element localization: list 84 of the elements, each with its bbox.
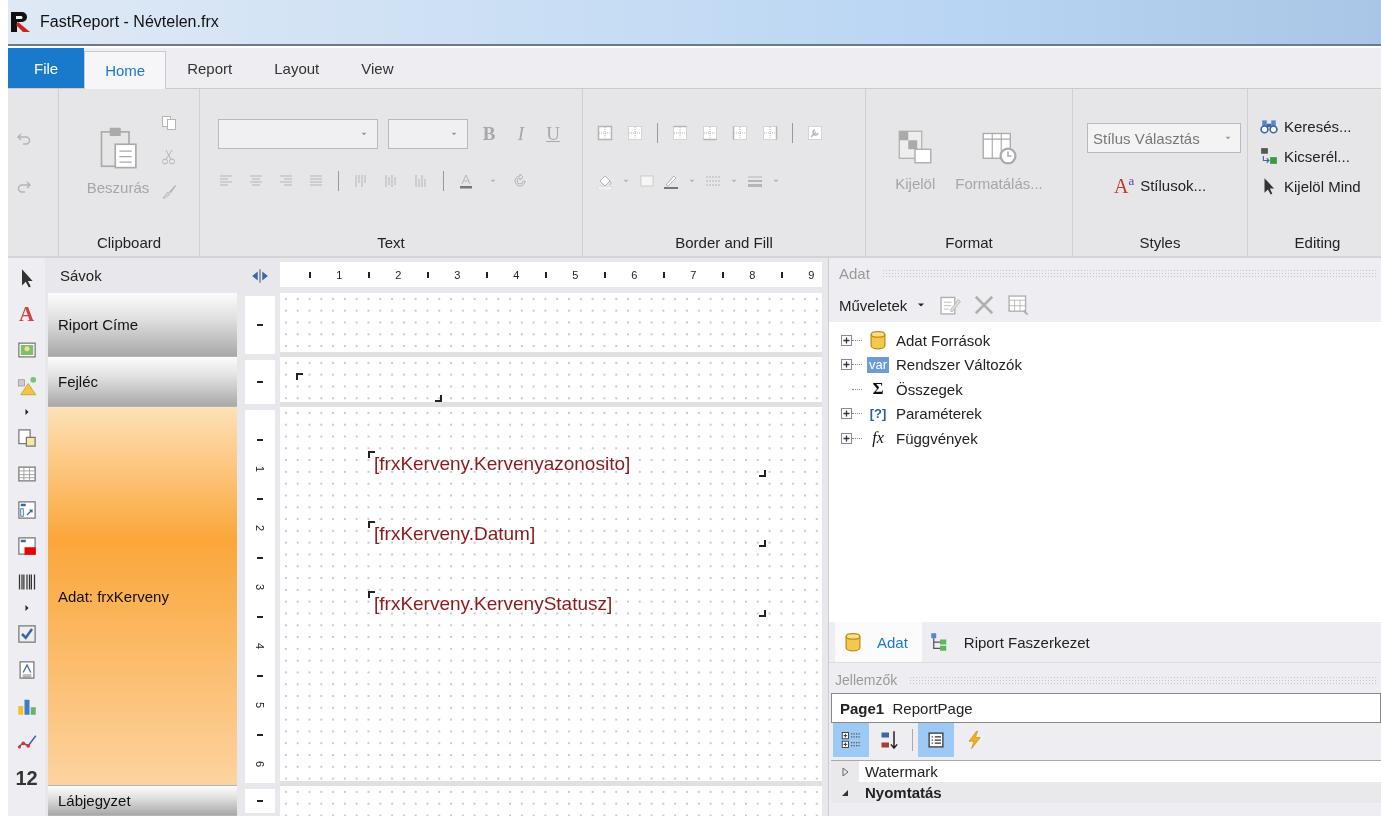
variable-icon: var — [866, 356, 890, 373]
search-button[interactable]: Keresés... — [1260, 115, 1352, 137]
vertical-ruler — [245, 296, 275, 354]
matrix-icon[interactable] — [16, 500, 37, 520]
table-icon[interactable] — [16, 464, 37, 484]
group-label: Border and Fill — [675, 233, 773, 251]
app-logo-icon — [10, 11, 32, 33]
ribbon-tab[interactable]: Layout — [253, 48, 341, 88]
ruler-number: 9 — [808, 268, 815, 281]
expand-icon[interactable] — [841, 432, 852, 444]
ruler-number: 3 — [454, 268, 461, 281]
panel-tab[interactable]: Riport Faszerkezet — [921, 622, 1104, 662]
group-label: Format — [945, 233, 993, 251]
ribbon-tab[interactable]: Home — [84, 51, 167, 89]
ruler-number: 6 — [254, 761, 266, 768]
select-all-button[interactable]: Kijelöl Mind — [1260, 175, 1361, 197]
categorized-icon[interactable] — [841, 730, 861, 750]
text-object[interactable]: [frxKerveny.KervenyStatusz] — [368, 591, 766, 617]
window-title: FastReport - Névtelen.frx — [40, 13, 219, 31]
function-icon: fx — [872, 429, 884, 448]
property-category[interactable]: Watermark — [859, 763, 938, 780]
tree-item[interactable]: Összegek — [896, 380, 963, 398]
panel-title: Jellemzők — [835, 672, 898, 688]
band-item[interactable]: Fejléc — [48, 357, 237, 407]
panel-title: Adat — [839, 264, 870, 282]
ruler-number: 2 — [395, 268, 402, 281]
actions-menu[interactable]: Műveletek — [839, 296, 928, 314]
ruler-number: 5 — [254, 702, 266, 709]
file-tab[interactable]: File — [8, 48, 85, 88]
richtext-icon[interactable] — [16, 660, 37, 680]
sum-icon: Σ — [872, 379, 884, 400]
database-icon — [868, 330, 888, 351]
text-object[interactable]: [frxKerveny.Kervenyazonosito] — [368, 451, 766, 477]
expand-icon[interactable] — [841, 334, 852, 346]
ruler-number: 2 — [254, 525, 266, 532]
band-item[interactable]: Lábjegyzet — [48, 786, 237, 816]
shapes-icon[interactable] — [16, 376, 37, 396]
text-object[interactable] — [296, 373, 442, 402]
database-icon — [843, 632, 863, 652]
ruler-number: 1 — [254, 466, 266, 473]
panel-tab[interactable]: Adat — [835, 622, 922, 662]
ruler-number: 1 — [336, 268, 343, 281]
split-arrows-icon[interactable] — [251, 266, 269, 285]
group-label: Clipboard — [96, 233, 162, 251]
binoculars-icon — [1260, 117, 1278, 135]
tree-item[interactable]: Függvények — [896, 429, 978, 447]
ruler-number: 7 — [690, 268, 697, 281]
text-object[interactable]: [frxKerveny.Datum] — [368, 521, 766, 547]
crosstab-icon[interactable] — [16, 536, 37, 556]
group-label: Editing — [1294, 233, 1341, 251]
subreport-icon[interactable] — [16, 428, 37, 448]
barcode-icon[interactable] — [16, 572, 37, 592]
ribbon-tab[interactable]: Report — [166, 48, 254, 88]
band-item[interactable]: Riport Címe — [48, 293, 237, 357]
checkbox-icon[interactable] — [16, 624, 37, 644]
replace-icon — [1260, 147, 1278, 165]
parameter-icon: [?] — [869, 406, 887, 422]
tree-item[interactable]: Paraméterek — [896, 405, 982, 423]
digits-tool[interactable]: 12 — [15, 768, 38, 788]
ruler-number: 8 — [749, 268, 756, 281]
ruler-number: 3 — [254, 584, 266, 591]
picture-icon[interactable] — [16, 340, 37, 360]
ruler-number: 4 — [254, 643, 266, 650]
bands-heading: Sávok — [59, 266, 103, 286]
ruler-number: 4 — [513, 268, 520, 281]
ruler-number: 6 — [631, 268, 638, 281]
object-selector[interactable]: Page1 ReportPage — [831, 693, 1381, 723]
list-icon[interactable] — [926, 730, 946, 750]
group-label: Styles — [1139, 233, 1181, 251]
ruler-number: 5 — [572, 268, 579, 281]
vertical-ruler — [245, 789, 275, 813]
tree-item[interactable]: Adat Források — [896, 331, 991, 349]
text-tool[interactable]: A — [18, 304, 35, 324]
vertical-ruler — [245, 360, 275, 404]
band-item[interactable]: Adat: frxKerveny — [48, 407, 237, 786]
sort-icon[interactable] — [879, 730, 899, 750]
group-label: Text — [377, 233, 405, 251]
property-category[interactable]: Nyomtatás — [859, 784, 942, 801]
expand-icon[interactable] — [841, 359, 852, 371]
expand-icon[interactable] — [841, 408, 852, 420]
ribbon-tab[interactable]: View — [340, 48, 415, 88]
tree-item[interactable]: Rendszer Változók — [896, 356, 1022, 374]
styles-button[interactable]: A$^{a}$ Stílusok... — [1113, 171, 1207, 200]
replace-button[interactable]: Kicserél... — [1260, 145, 1350, 167]
